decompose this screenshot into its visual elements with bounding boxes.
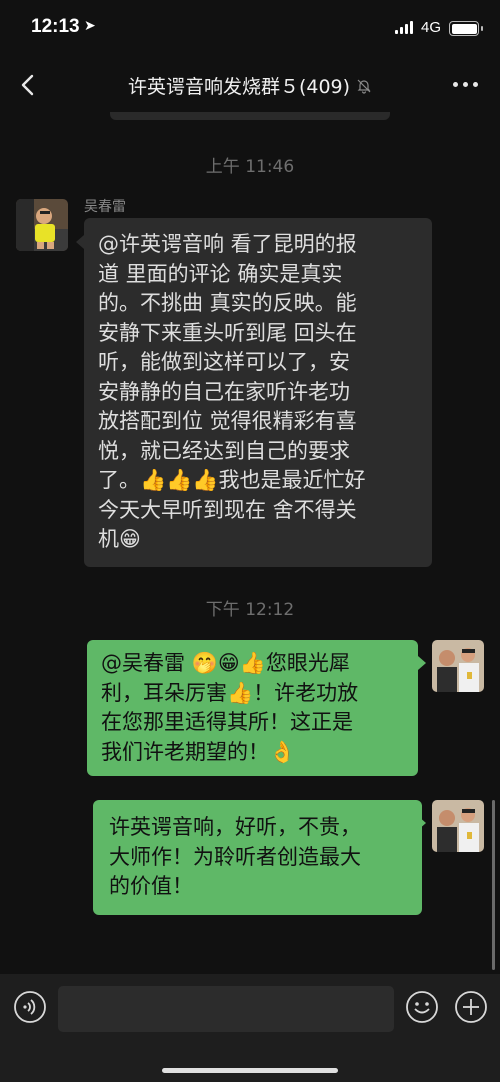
message-line: 听，能做到这样可以了，安	[98, 350, 350, 374]
sender-name: 吴春雷	[84, 199, 126, 215]
message-line: 悦，就已经达到自己的要求	[98, 438, 350, 463]
message-line: 的价值！	[109, 874, 193, 898]
previous-message-edge	[110, 112, 390, 120]
message-bubble-outgoing[interactable]: 许英谔音响，好听，不贵， 大师作！为聆听者创造最大 的价值！	[93, 800, 422, 915]
chat-header: 许英谔音响发烧群５(409)	[0, 58, 500, 114]
message-line: 安静静的自己在家听许老功	[98, 379, 350, 404]
message-line: 道 里面的评论 确实是真实	[98, 261, 343, 286]
message-line: 在您那里适得其所！这正是	[101, 710, 353, 734]
avatar-self[interactable]	[432, 640, 484, 692]
message-line: @许英谔音响 看了昆明的报	[98, 232, 357, 256]
bell-slash-icon	[357, 79, 371, 94]
cell-signal-icon	[395, 21, 413, 34]
avatar-sender[interactable]	[16, 199, 68, 251]
chat-title: 许英谔音响发烧群５(409)	[0, 72, 500, 99]
scrollbar[interactable]	[492, 800, 495, 970]
message-line: @吴春雷 🤭😁👍您眼光犀	[101, 651, 350, 675]
message-line: 了。👍👍👍我也是最近忙好	[98, 468, 366, 492]
timestamp: 下午 12:12	[205, 600, 295, 620]
voice-icon[interactable]	[13, 990, 47, 1024]
message-line: 放搭配到位 觉得很精彩有喜	[98, 409, 357, 433]
message-line: 我们许老期望的！👌	[101, 739, 296, 764]
message-line: 大师作！为聆听者创造最大	[109, 844, 361, 869]
message-input[interactable]	[58, 986, 394, 1032]
plus-icon[interactable]	[454, 990, 488, 1024]
status-time: 12:13	[31, 16, 80, 37]
message-bubble-incoming[interactable]: @许英谔音响 看了昆明的报 道 里面的评论 确实是真实 的。不挑曲 真实的反映。…	[84, 218, 432, 567]
more-options-icon[interactable]	[453, 82, 478, 87]
message-bubble-outgoing[interactable]: @吴春雷 🤭😁👍您眼光犀 利，耳朵厉害👍！许老功放 在您那里适得其所！这正是 我…	[87, 640, 418, 776]
message-line: 今天大早听到现在 舍不得关	[98, 497, 357, 522]
bubble-tail	[418, 656, 426, 670]
emoji-icon[interactable]	[405, 990, 439, 1024]
location-arrow-icon: ➤	[84, 18, 96, 34]
timestamp: 上午 11:46	[205, 157, 295, 177]
home-indicator[interactable]	[162, 1068, 338, 1073]
chat-title-text: 许英谔音响发烧群５(409)	[127, 76, 351, 98]
input-bar	[0, 974, 500, 1082]
message-line: 机😁	[98, 527, 141, 551]
bubble-tail	[76, 235, 84, 249]
message-line: 的。不挑曲 真实的反映。能	[98, 291, 357, 315]
status-bar: 12:13 ➤ 4G	[0, 0, 500, 58]
network-type: 4G	[421, 19, 442, 36]
message-line: 许英谔音响，好听，不贵，	[109, 815, 361, 839]
battery-icon	[449, 21, 483, 36]
message-line: 利，耳朵厉害👍！许老功放	[101, 680, 359, 705]
message-line: 安静下来重头听到尾 回头在	[98, 320, 357, 345]
avatar-self[interactable]	[432, 800, 484, 852]
